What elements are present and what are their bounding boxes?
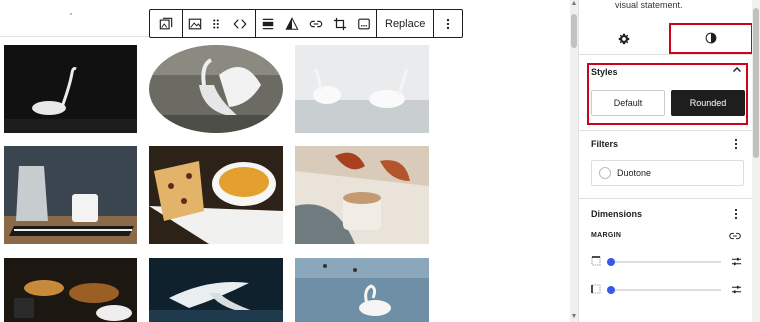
cursor-dot (70, 13, 72, 15)
margin-label: MARGIN (591, 232, 622, 239)
scroll-down-arrow-icon[interactable]: ▼ (570, 313, 578, 321)
canvas-scrollbar[interactable]: ▲ ▼ (570, 0, 578, 322)
sidebar-scrollbar[interactable] (752, 0, 760, 322)
dimensions-options-icon[interactable] (733, 208, 739, 223)
gallery-image-swan-landing[interactable] (149, 258, 283, 322)
duotone-filter-icon[interactable] (280, 10, 304, 37)
gallery-image-swans-water[interactable] (295, 258, 429, 322)
duotone-picker[interactable]: Duotone (591, 160, 744, 186)
margin-top-row (591, 256, 744, 268)
margin-top-side-icon (591, 256, 601, 266)
margin-bottom-slider[interactable] (607, 286, 721, 294)
editor-canvas: Replace (0, 0, 570, 322)
filters-panel-title: Filters (591, 139, 619, 149)
gear-icon (618, 33, 630, 44)
custom-value-settings-icon[interactable] (731, 284, 742, 295)
replace-button[interactable]: Replace (377, 10, 433, 37)
dimensions-panel-title: Dimensions (591, 209, 643, 219)
crop-icon[interactable] (328, 10, 352, 37)
gallery-image-breakfast[interactable] (4, 258, 137, 322)
panel-divider (579, 130, 753, 131)
image-icon[interactable] (183, 10, 207, 37)
sidebar-scroll-thumb[interactable] (753, 8, 759, 158)
gallery-image-coffee-pot[interactable] (4, 146, 137, 244)
gallery-image-swan-dark[interactable] (4, 45, 137, 133)
margin-bottom-slider-thumb[interactable] (607, 286, 615, 294)
gallery-icon[interactable] (150, 10, 182, 37)
duotone-label: Duotone (617, 168, 652, 178)
link-icon[interactable] (304, 10, 328, 37)
text-overlay-icon[interactable] (352, 10, 376, 37)
margin-top-slider[interactable] (607, 258, 721, 266)
panel-divider (579, 198, 753, 199)
scroll-up-arrow-icon[interactable]: ▲ (570, 0, 578, 8)
divider-line (0, 36, 150, 37)
more-options-icon[interactable] (434, 10, 462, 37)
move-arrows-icon[interactable] (225, 10, 255, 37)
gallery-image-cake-tea[interactable] (149, 146, 283, 244)
margin-bottom-row (591, 284, 744, 296)
margin-bottom-side-icon (591, 284, 601, 294)
gallery-image-two-swans[interactable] (295, 45, 429, 133)
toolbar-group-more (434, 10, 462, 37)
tab-settings[interactable] (611, 23, 637, 54)
align-icon[interactable] (256, 10, 280, 37)
style-default-button[interactable]: Default (591, 90, 665, 116)
toolbar-group-parent (150, 10, 183, 37)
unlink-sides-icon[interactable] (729, 230, 741, 242)
margin-top-slider-thumb[interactable] (607, 258, 615, 266)
block-description: visual statement. (615, 0, 683, 10)
image-block-toolbar: Replace (149, 9, 464, 38)
gallery-image-swan-wings[interactable] (149, 45, 283, 133)
toolbar-group-replace: Replace (377, 10, 435, 37)
scroll-thumb[interactable] (571, 14, 577, 48)
filters-options-icon[interactable] (733, 138, 739, 153)
gallery-image-coffee-leaves[interactable] (295, 146, 429, 244)
tab-highlight-box (669, 23, 753, 54)
style-rounded-button[interactable]: Rounded (671, 90, 745, 116)
duotone-swatch-icon (599, 167, 611, 179)
custom-value-settings-icon[interactable] (731, 256, 742, 267)
drag-handle-icon[interactable] (207, 10, 225, 37)
block-settings-sidebar: visual statement. Styles Default Rounded… (578, 0, 753, 322)
toolbar-group-block (183, 10, 256, 37)
toolbar-group-tools (256, 10, 377, 37)
